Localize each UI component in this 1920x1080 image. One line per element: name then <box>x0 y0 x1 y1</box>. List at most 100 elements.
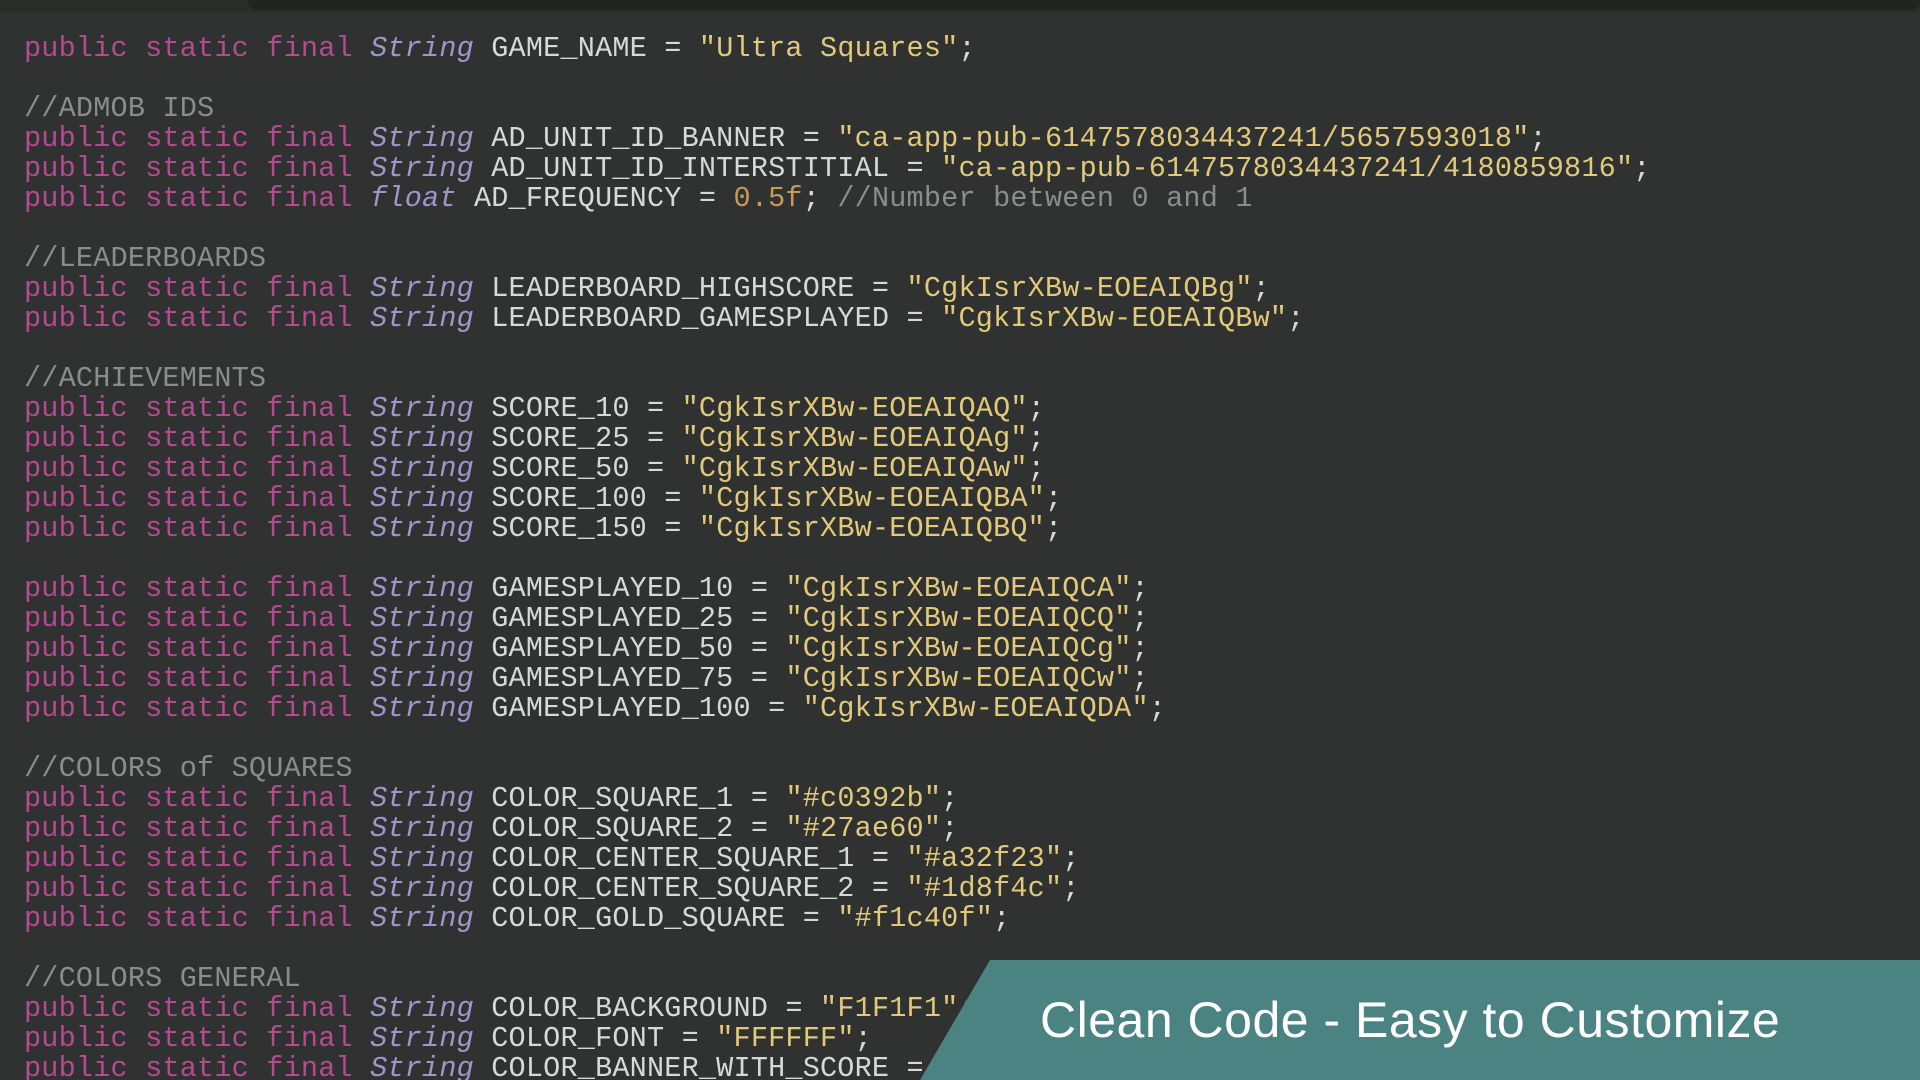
code-punct: = <box>785 992 802 1025</box>
code-type: String <box>370 482 474 515</box>
code-keyword: public <box>24 32 128 65</box>
code-keyword: final <box>266 872 353 905</box>
code-punct: ; <box>941 782 958 815</box>
code-keyword: public <box>24 152 128 185</box>
code-keyword: public <box>24 842 128 875</box>
code-type: String <box>370 632 474 665</box>
code-punct: = <box>751 662 768 695</box>
code-punct: ; <box>1028 452 1045 485</box>
code-type: String <box>370 812 474 845</box>
code-literal: "CgkIsrXBw-EOEAIQCA" <box>785 572 1131 605</box>
code-keyword: public <box>24 512 128 545</box>
code-keyword: public <box>24 1022 128 1055</box>
promo-banner: Clean Code - Easy to Customize <box>920 960 1920 1080</box>
code-type: String <box>370 152 474 185</box>
code-identifier: GAMESPLAYED_75 <box>491 662 733 695</box>
code-punct: ; <box>941 812 958 845</box>
code-identifier: GAMESPLAYED_10 <box>491 572 733 605</box>
code-keyword: public <box>24 692 128 725</box>
code-keyword: static <box>145 662 249 695</box>
code-comment: //COLORS GENERAL <box>24 962 301 995</box>
code-keyword: public <box>24 572 128 605</box>
code-keyword: final <box>266 482 353 515</box>
code-punct: ; <box>1149 692 1166 725</box>
code-punct: = <box>803 122 820 155</box>
code-keyword: public <box>24 452 128 485</box>
code-literal: "#a32f23" <box>907 842 1063 875</box>
code-keyword: static <box>145 272 249 305</box>
code-punct: ; <box>1132 602 1149 635</box>
code-keyword: static <box>145 32 249 65</box>
code-punct: = <box>751 812 768 845</box>
code-keyword: static <box>145 1052 249 1080</box>
code-literal: "CgkIsrXBw-EOEAIQAQ" <box>682 392 1028 425</box>
code-keyword: final <box>266 122 353 155</box>
code-keyword: final <box>266 152 353 185</box>
code-keyword: public <box>24 182 128 215</box>
code-type: float <box>370 182 457 215</box>
code-type: String <box>370 392 474 425</box>
code-keyword: final <box>266 632 353 665</box>
code-identifier: AD_UNIT_ID_BANNER <box>491 122 785 155</box>
code-editor-content: public static final String GAME_NAME = "… <box>0 12 1920 1080</box>
code-punct: = <box>751 782 768 815</box>
code-type: String <box>370 122 474 155</box>
code-keyword: static <box>145 992 249 1025</box>
code-keyword: final <box>266 692 353 725</box>
code-keyword: final <box>266 902 353 935</box>
code-identifier: COLOR_BACKGROUND <box>491 992 768 1025</box>
code-keyword: static <box>145 452 249 485</box>
code-identifier: LEADERBOARD_GAMESPLAYED <box>491 302 889 335</box>
code-identifier: COLOR_CENTER_SQUARE_1 <box>491 842 854 875</box>
code-punct: = <box>907 152 924 185</box>
code-literal: "ca-app-pub-6147578034437241/5657593018" <box>837 122 1529 155</box>
code-keyword: public <box>24 602 128 635</box>
code-punct: = <box>751 572 768 605</box>
code-keyword: public <box>24 1052 128 1080</box>
code-type: String <box>370 1022 474 1055</box>
code-identifier: SCORE_100 <box>491 482 647 515</box>
code-punct: = <box>682 1022 699 1055</box>
code-comment: //Number between 0 and 1 <box>820 182 1253 215</box>
code-type: String <box>370 512 474 545</box>
code-keyword: static <box>145 602 249 635</box>
code-type: String <box>370 902 474 935</box>
code-keyword: static <box>145 872 249 905</box>
code-identifier: COLOR_GOLD_SQUARE <box>491 902 785 935</box>
code-literal: "CgkIsrXBw-EOEAIQCg" <box>785 632 1131 665</box>
code-type: String <box>370 662 474 695</box>
code-keyword: public <box>24 302 128 335</box>
code-punct: ; <box>855 1022 872 1055</box>
code-identifier: SCORE_10 <box>491 392 629 425</box>
code-punct: = <box>803 902 820 935</box>
code-punct: = <box>872 872 889 905</box>
code-literal: "#f1c40f" <box>837 902 993 935</box>
code-identifier: GAMESPLAYED_25 <box>491 602 733 635</box>
code-keyword: final <box>266 662 353 695</box>
code-type: String <box>370 782 474 815</box>
code-keyword: public <box>24 632 128 665</box>
code-keyword: static <box>145 812 249 845</box>
code-punct: = <box>907 302 924 335</box>
code-comment: //ACHIEVEMENTS <box>24 362 266 395</box>
code-punct: ; <box>1045 512 1062 545</box>
code-keyword: final <box>266 842 353 875</box>
code-keyword: final <box>266 422 353 455</box>
code-punct: = <box>647 392 664 425</box>
code-punct: ; <box>1253 272 1270 305</box>
code-type: String <box>370 32 474 65</box>
code-punct: = <box>872 272 889 305</box>
code-identifier: SCORE_25 <box>491 422 629 455</box>
code-punct: ; <box>1132 662 1149 695</box>
code-identifier: GAMESPLAYED_100 <box>491 692 751 725</box>
code-keyword: static <box>145 632 249 665</box>
code-type: String <box>370 422 474 455</box>
code-keyword: static <box>145 1022 249 1055</box>
code-identifier: SCORE_50 <box>491 452 629 485</box>
code-punct: ; <box>1633 152 1650 185</box>
code-keyword: public <box>24 902 128 935</box>
code-keyword: final <box>266 992 353 1025</box>
code-comment: //COLORS of SQUARES <box>24 752 353 785</box>
code-keyword: final <box>266 1052 353 1080</box>
code-punct: = <box>751 602 768 635</box>
